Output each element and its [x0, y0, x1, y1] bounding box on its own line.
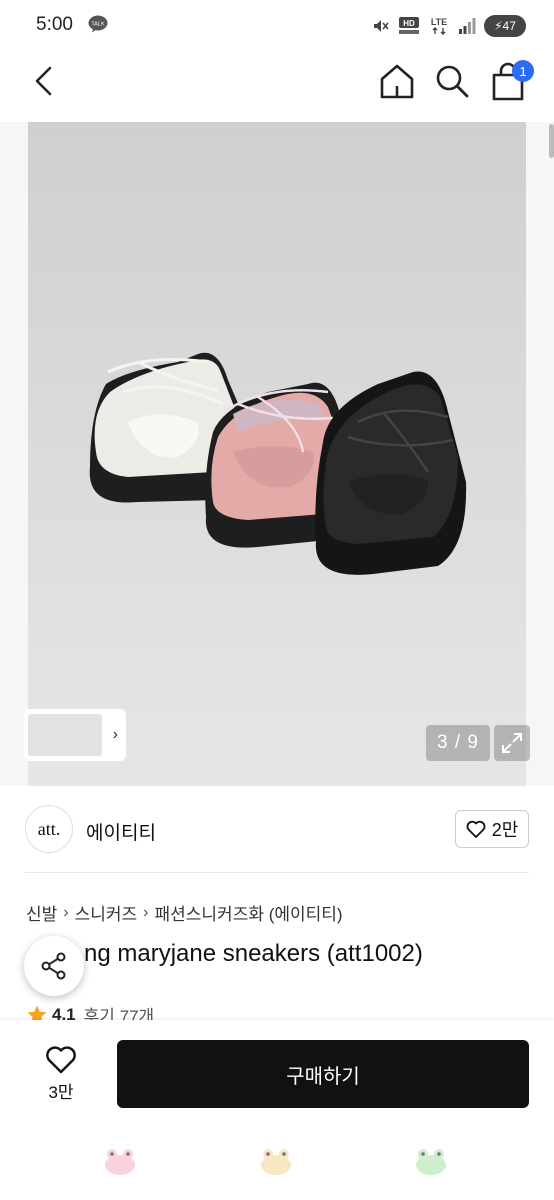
thumbnail-image: [28, 714, 102, 756]
thumbnail-preview[interactable]: ›: [24, 709, 126, 761]
green-frog-icon[interactable]: [414, 1146, 448, 1176]
brand-like-button[interactable]: 2만: [455, 810, 529, 848]
navigation-bar: [0, 1132, 554, 1200]
wishlist-button[interactable]: 3만: [24, 1040, 98, 1108]
back-arrow-icon[interactable]: [28, 64, 62, 98]
purchase-bar: 3만 구매하기: [0, 1020, 554, 1132]
expand-button[interactable]: [494, 725, 530, 761]
status-icons: HD LTE ⚡ 47: [372, 14, 526, 38]
chevron-right-icon: ›: [112, 726, 118, 743]
heart-icon: [466, 820, 486, 838]
hd-voice-icon: HD: [399, 17, 419, 34]
lte-icon: LTE: [431, 17, 447, 35]
brand-like-count: 2만: [491, 820, 519, 840]
home-icon[interactable]: [378, 62, 416, 100]
wishlist-count: 3만: [48, 1082, 74, 1102]
top-navigation: 1: [0, 52, 554, 112]
breadcrumb-item[interactable]: 신발: [26, 900, 57, 925]
brand-logo[interactable]: att.: [25, 805, 73, 853]
breadcrumb-item[interactable]: 스니커즈: [75, 900, 138, 925]
product-image[interactable]: [28, 122, 526, 786]
sneakers-photo: [89, 352, 467, 575]
image-counter: 3 / 9: [426, 725, 490, 761]
chevron-right-icon: ›: [63, 903, 69, 921]
product-gallery[interactable]: › 3 / 9: [0, 122, 554, 786]
cart-badge: 1: [512, 60, 534, 82]
mute-icon: [374, 20, 389, 32]
buy-button[interactable]: 구매하기: [117, 1040, 529, 1108]
status-bar: 5:00 TALK HD LTE ⚡ 47: [0, 0, 554, 52]
share-icon: [41, 952, 66, 980]
search-icon[interactable]: [433, 62, 471, 100]
black-sneaker: [315, 371, 467, 575]
scrollbar[interactable]: [549, 124, 554, 158]
charging-icon: ⚡: [494, 19, 503, 33]
status-time: 5:00: [36, 14, 73, 35]
product-title: ng maryjane sneakers (att1002): [26, 940, 530, 968]
battery-level: 47: [502, 19, 516, 33]
battery-indicator: ⚡ 47: [484, 15, 526, 37]
brand-row: att. 에이티티 2만: [0, 786, 554, 872]
svg-text:LTE: LTE: [431, 17, 447, 27]
signal-icon: [459, 18, 476, 34]
breadcrumb-item[interactable]: 패션스니커즈화 (에이티티): [155, 900, 343, 925]
breadcrumb: 신발 › 스니커즈 › 패션스니커즈화 (에이티티): [26, 900, 343, 925]
svg-text:HD: HD: [403, 19, 415, 28]
chevron-right-icon: ›: [143, 903, 149, 921]
pink-frog-icon[interactable]: [103, 1146, 137, 1176]
product-title-text: ng maryjane sneakers (att1002): [84, 940, 423, 967]
talk-label: TALK: [91, 22, 105, 28]
kakaotalk-icon: TALK: [88, 15, 108, 33]
heart-icon: [46, 1045, 76, 1073]
cart-button[interactable]: 1: [488, 60, 534, 102]
brand-name[interactable]: 에이티티: [86, 818, 156, 845]
yellow-frog-icon[interactable]: [259, 1146, 293, 1176]
share-button[interactable]: [24, 936, 84, 996]
divider: [25, 872, 529, 873]
fullscreen-icon: [502, 733, 522, 753]
